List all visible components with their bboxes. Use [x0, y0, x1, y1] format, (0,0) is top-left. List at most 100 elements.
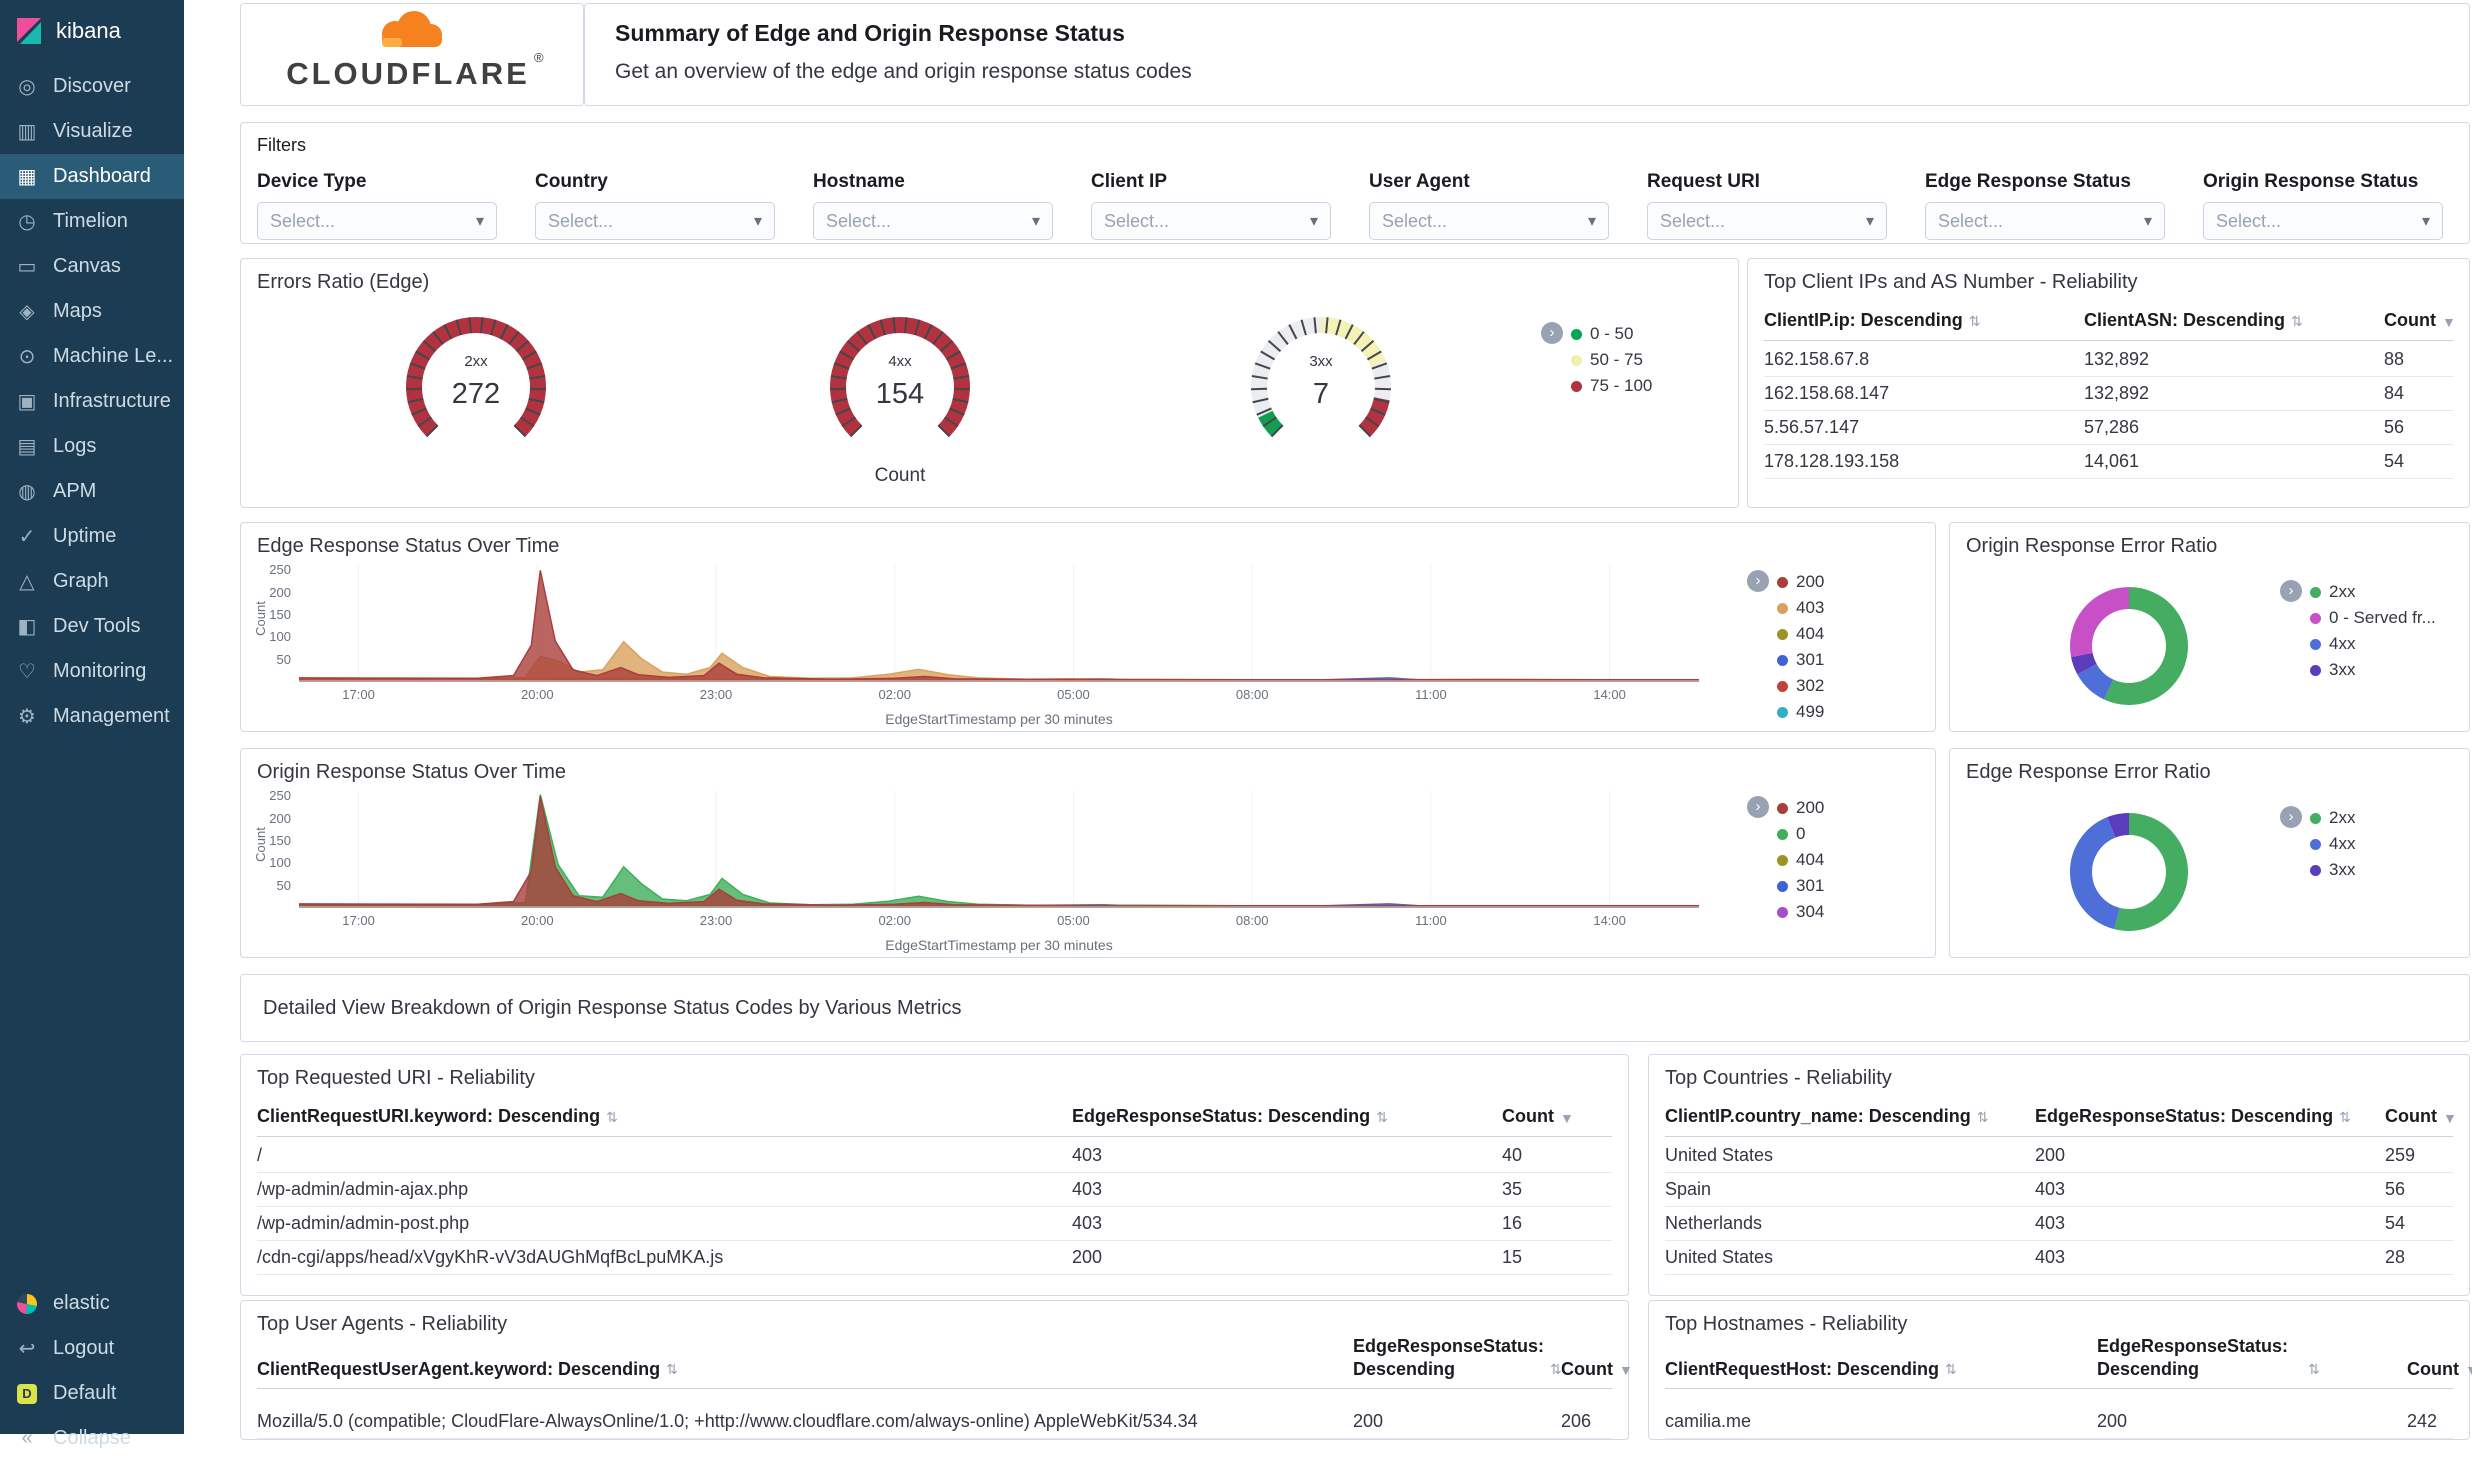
legend-toggle-icon[interactable]: ›	[2280, 806, 2302, 828]
sidebar-item-dev-tools[interactable]: ◧ Dev Tools	[0, 604, 184, 649]
sidebar-item-machine-le[interactable]: ⊙ Machine Le...	[0, 334, 184, 379]
legend-item[interactable]: 499	[1777, 699, 1824, 725]
sidebar-footer-item-logout[interactable]: ↩ Logout	[0, 1326, 184, 1371]
sidebar-item-apm[interactable]: ◍ APM	[0, 469, 184, 514]
filter-select-country[interactable]: Select... ▾	[535, 202, 775, 240]
legend-toggle-icon[interactable]: ›	[1747, 796, 1769, 818]
legend-toggle-icon[interactable]: ›	[1747, 570, 1769, 592]
y-tick-label: 150	[269, 607, 291, 623]
table-row: 162.158.67.8 132,892 88	[1764, 343, 2453, 377]
filter-select-hostname[interactable]: Select... ▾	[813, 202, 1053, 240]
legend-item[interactable]: 3xx	[2310, 657, 2436, 683]
legend-label: 75 - 100	[1590, 376, 1653, 395]
x-tick-label: 20:00	[521, 687, 554, 702]
legend-item[interactable]: 0 - 50	[1571, 321, 1652, 347]
legend-item[interactable]: 304	[1777, 899, 1824, 925]
sidebar-item-infrastructure[interactable]: ▣ Infrastructure	[0, 379, 184, 424]
legend-item[interactable]: 0 - Served fr...	[2310, 605, 2436, 631]
filter-select-edge-response-status[interactable]: Select... ▾	[1925, 202, 2165, 240]
sidebar-item-uptime[interactable]: ✓ Uptime	[0, 514, 184, 559]
legend-toggle-icon[interactable]: ›	[1541, 322, 1563, 344]
sidebar-item-maps[interactable]: ◈ Maps	[0, 289, 184, 334]
column-header[interactable]: Count ▼	[1502, 1105, 1612, 1128]
legend-color-dot	[1571, 380, 1582, 392]
sidebar-item-management[interactable]: ⚙ Management	[0, 694, 184, 739]
sort-icon[interactable]: ⇅	[2339, 1109, 2351, 1128]
sidebar-item-logs[interactable]: ▤ Logs	[0, 424, 184, 469]
column-header[interactable]: Count ▼	[1561, 1358, 1641, 1381]
legend-item[interactable]: 200	[1777, 569, 1824, 595]
legend-color-dot	[2310, 812, 2321, 824]
table-cell: 259	[2385, 1145, 2416, 1165]
filter-select-origin-response-status[interactable]: Select... ▾	[2203, 202, 2443, 240]
legend-item[interactable]: 75 - 100	[1571, 373, 1652, 399]
sort-icon[interactable]: ⇅	[606, 1109, 618, 1128]
sidebar-item-timelion[interactable]: ◷ Timelion	[0, 199, 184, 244]
legend-color-dot	[1571, 328, 1582, 340]
column-header[interactable]: EdgeResponseStatus: Descending ⇅	[1072, 1105, 1502, 1128]
table-cell: 200	[2097, 1411, 2128, 1431]
sidebar-item-dashboard[interactable]: ▦ Dashboard	[0, 154, 184, 199]
legend-label: 404	[1796, 624, 1825, 643]
sort-icon[interactable]: ▼	[1560, 1110, 1574, 1128]
column-header[interactable]: EdgeResponseStatus: Descending ⇅	[2097, 1335, 2407, 1380]
filter-select-device-type[interactable]: Select... ▾	[257, 202, 497, 240]
kibana-brand[interactable]: kibana	[0, 0, 184, 56]
legend-item[interactable]: 50 - 75	[1571, 347, 1652, 373]
x-tick-label: 02:00	[878, 913, 911, 928]
sidebar-item-monitoring[interactable]: ♡ Monitoring	[0, 649, 184, 694]
column-header[interactable]: ClientRequestUserAgent.keyword: Descendi…	[257, 1358, 1353, 1381]
legend-item[interactable]: 3xx	[2310, 857, 2355, 883]
legend-toggle-icon[interactable]: ›	[2280, 580, 2302, 602]
legend-item[interactable]: 301	[1777, 873, 1824, 899]
column-header[interactable]: Count ▼	[2385, 1105, 2465, 1128]
sidebar-footer-item-elastic[interactable]: elastic	[0, 1281, 184, 1326]
legend-item[interactable]: 2xx	[2310, 805, 2355, 831]
column-header[interactable]: ClientIP.ip: Descending ⇅	[1764, 309, 2084, 332]
legend-item[interactable]: 4xx	[2310, 631, 2436, 657]
sort-icon[interactable]: ⇅	[2291, 313, 2303, 332]
sidebar-item-graph[interactable]: △ Graph	[0, 559, 184, 604]
legend-item[interactable]: 403	[1777, 595, 1824, 621]
sort-icon[interactable]: ⇅	[1977, 1109, 1989, 1128]
sort-icon[interactable]: ▼	[2443, 1110, 2457, 1128]
gauge-legend: › 0 - 50 50 - 75 75 - 100	[1541, 321, 1652, 399]
column-header[interactable]: ClientASN: Descending ⇅	[2084, 309, 2384, 332]
filter-select-request-uri[interactable]: Select... ▾	[1647, 202, 1887, 240]
sidebar-footer-item-collapse[interactable]: « Collapse	[0, 1416, 184, 1461]
column-header[interactable]: EdgeResponseStatus: Descending ⇅	[1353, 1335, 1562, 1380]
sidebar-item-canvas[interactable]: ▭ Canvas	[0, 244, 184, 289]
column-header[interactable]: Count ▼	[2384, 309, 2464, 332]
sort-icon[interactable]: ⇅	[1376, 1109, 1388, 1128]
sidebar-item-visualize[interactable]: ▥ Visualize	[0, 109, 184, 154]
sidebar-item-discover[interactable]: ◎ Discover	[0, 64, 184, 109]
sort-icon[interactable]: ▼	[2442, 314, 2456, 332]
legend-color-dot	[2310, 612, 2321, 624]
filter-select-client-ip[interactable]: Select... ▾	[1091, 202, 1331, 240]
legend-item[interactable]: 404	[1777, 847, 1824, 873]
table-cell: 57,286	[2084, 417, 2140, 437]
sort-icon[interactable]: ▼	[2465, 1362, 2472, 1380]
column-header[interactable]: ClientRequestURI.keyword: Descending ⇅	[257, 1105, 1072, 1128]
sort-icon[interactable]: ⇅	[666, 1361, 678, 1380]
legend-item[interactable]: 302	[1777, 673, 1824, 699]
sort-icon[interactable]: ⇅	[1969, 313, 1981, 332]
legend-item[interactable]: 404	[1777, 621, 1824, 647]
legend-item[interactable]: 4xx	[2310, 831, 2355, 857]
legend-item[interactable]: 0	[1777, 821, 1824, 847]
legend-item[interactable]: 200	[1777, 795, 1824, 821]
legend-item[interactable]: 301	[1777, 647, 1824, 673]
select-placeholder: Select...	[548, 210, 614, 231]
column-header[interactable]: ClientRequestHost: Descending ⇅	[1665, 1358, 2097, 1381]
column-header[interactable]: ClientIP.country_name: Descending ⇅	[1665, 1105, 2035, 1128]
y-tick-label: 50	[276, 651, 291, 667]
sort-icon[interactable]: ⇅	[1945, 1361, 1957, 1380]
legend-item[interactable]: 2xx	[2310, 579, 2436, 605]
column-header[interactable]: EdgeResponseStatus: Descending ⇅	[2035, 1105, 2385, 1128]
sidebar-footer-item-default[interactable]: D Default	[0, 1371, 184, 1416]
column-header[interactable]: Count ▼	[2407, 1358, 2472, 1381]
chart-legend: › 200 0 404 301 304	[1747, 795, 1824, 925]
sort-icon[interactable]: ⇅	[2308, 1361, 2320, 1380]
filter-select-user-agent[interactable]: Select... ▾	[1369, 202, 1609, 240]
sort-icon[interactable]: ▼	[1619, 1362, 1633, 1380]
